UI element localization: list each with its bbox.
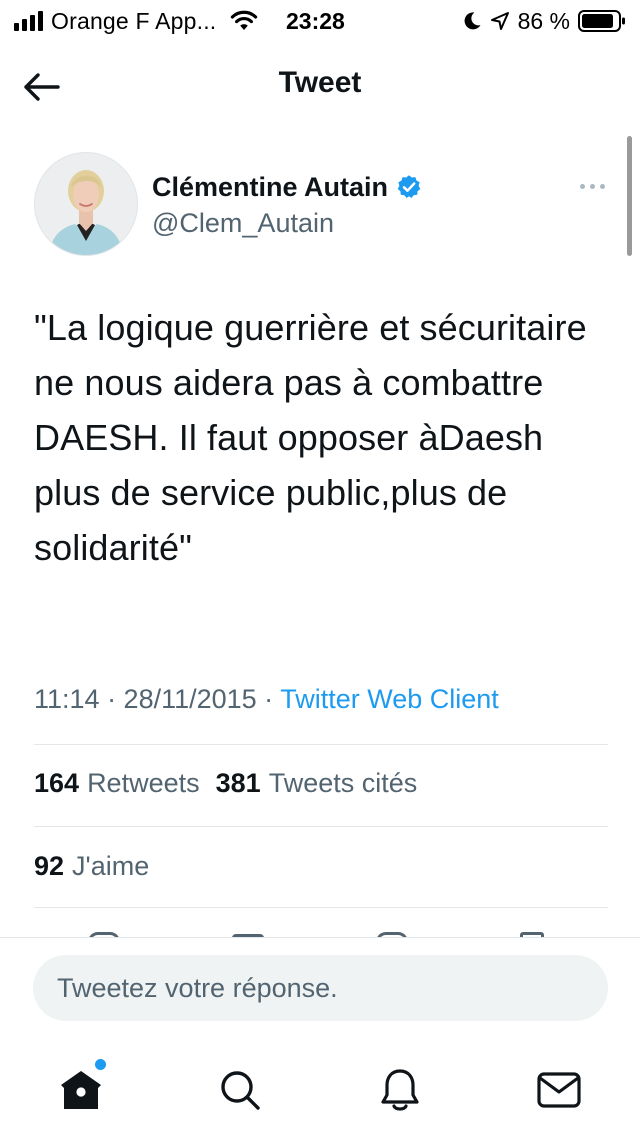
battery-percent: 86 % — [517, 7, 570, 34]
likes-label: J'aime — [72, 851, 150, 881]
search-icon — [221, 1071, 260, 1110]
nav-header: Tweet — [0, 42, 640, 128]
scroll-indicator[interactable] — [627, 136, 632, 256]
mail-icon — [537, 1072, 581, 1108]
tab-home[interactable] — [56, 1059, 106, 1115]
retweets-stat[interactable]: 164 Retweets — [34, 768, 200, 798]
status-left: Orange F App... — [14, 6, 258, 36]
carrier-name: Orange F App... — [51, 7, 217, 34]
likes-count: 92 — [34, 851, 65, 881]
retweets-count: 164 — [34, 768, 80, 798]
wifi-icon — [231, 10, 258, 30]
status-time: 23:28 — [286, 8, 345, 34]
bell-icon — [381, 1069, 419, 1111]
author-name[interactable]: Clémentine Autain — [152, 172, 388, 203]
stats-row-likes[interactable]: 92 J'aime — [34, 851, 149, 882]
reply-input[interactable] — [33, 955, 608, 1021]
tweet-text: "La logique guerrière et sécuritaire ne … — [34, 307, 587, 568]
quotes-stat[interactable]: 381 Tweets cités — [216, 768, 418, 798]
tab-messages[interactable] — [534, 1065, 584, 1115]
reply-bar — [0, 937, 640, 1038]
status-bar: Orange F App... 23:28 86 % — [0, 0, 640, 42]
status-right: 86 % — [462, 6, 626, 36]
quotes-count: 381 — [215, 768, 261, 798]
divider — [34, 907, 608, 908]
stats-row-retweets: 164 Retweets 381 Tweets cités — [34, 768, 417, 799]
avatar[interactable] — [34, 152, 138, 256]
tweet-meta: 11:14 · 28/11/2015 · Twitter Web Client — [34, 684, 499, 715]
more-dot — [599, 183, 605, 189]
avatar-photo — [35, 153, 137, 255]
divider — [34, 744, 608, 745]
battery-icon — [578, 10, 625, 32]
retweets-label: Retweets — [87, 768, 200, 798]
tab-search[interactable] — [215, 1065, 265, 1115]
tweet-timestamp: 11:14 · 28/11/2015 · — [34, 684, 281, 714]
more-options-button[interactable] — [572, 176, 612, 196]
divider — [34, 826, 608, 827]
tab-notifications[interactable] — [375, 1065, 425, 1115]
signal-icon — [14, 11, 43, 31]
more-dot — [589, 183, 595, 189]
moon-icon — [464, 12, 481, 30]
notification-dot — [95, 1059, 106, 1070]
tweet-client-link[interactable]: Twitter Web Client — [280, 684, 499, 714]
author-handle[interactable]: @Clem_Autain — [152, 208, 334, 239]
tab-bar — [0, 1037, 640, 1136]
location-icon — [490, 12, 509, 30]
verified-badge-icon — [396, 174, 422, 200]
quotes-label: Tweets cités — [268, 768, 418, 798]
home-icon — [61, 1071, 101, 1109]
author-name-row[interactable]: Clémentine Autain — [152, 170, 422, 204]
page-title: Tweet — [278, 66, 362, 99]
more-dot — [579, 183, 585, 189]
